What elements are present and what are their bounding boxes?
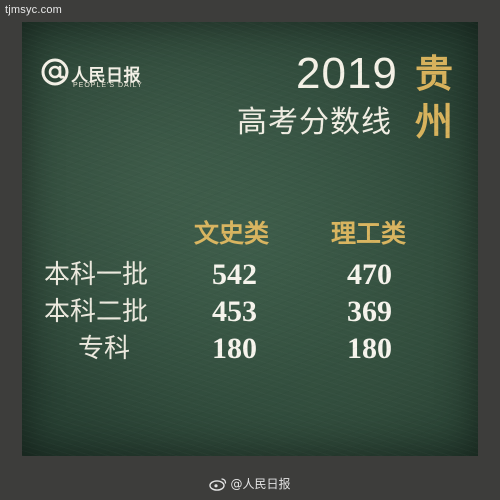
row-label-tier-2: 本科二批: [44, 297, 149, 327]
score-vocational-science: 180: [347, 332, 392, 365]
logo-english: PEOPLE'S DAILY: [73, 82, 143, 89]
site-watermark: tjmsyc.com: [5, 4, 62, 16]
at-sign-icon: [41, 58, 69, 86]
column-header-science: 理工类: [331, 219, 407, 248]
title-year: 2019: [296, 49, 398, 98]
score-tier-2-liberal-arts: 453: [212, 295, 257, 328]
chalkboard: 人民日报 PEOPLE'S DAILY 2019 贵 高考分数线 州 文史类 理…: [22, 22, 478, 456]
weibo-watermark: @人民日报: [0, 475, 500, 492]
people-daily-logo: 人民日报 PEOPLE'S DAILY: [40, 57, 180, 97]
score-vocational-liberal-arts: 180: [212, 332, 257, 365]
poster: tjmsyc.com 人民日报 PEOPLE'S DAILY 2019 贵 高考…: [0, 0, 500, 500]
score-tier-2-science: 369: [347, 295, 392, 328]
weibo-icon: [209, 478, 227, 491]
row-label-vocational: 专科: [78, 334, 131, 364]
column-header-liberal-arts: 文史类: [194, 219, 270, 248]
title-subtitle: 高考分数线: [237, 105, 392, 140]
title-province-first-char: 贵: [415, 52, 454, 96]
row-label-tier-1: 本科一批: [44, 260, 149, 290]
score-tier-1-science: 470: [347, 258, 392, 291]
weibo-watermark-text: @人民日报: [230, 477, 291, 491]
score-tier-1-liberal-arts: 542: [212, 258, 257, 291]
title-province-second-char: 州: [415, 100, 454, 144]
